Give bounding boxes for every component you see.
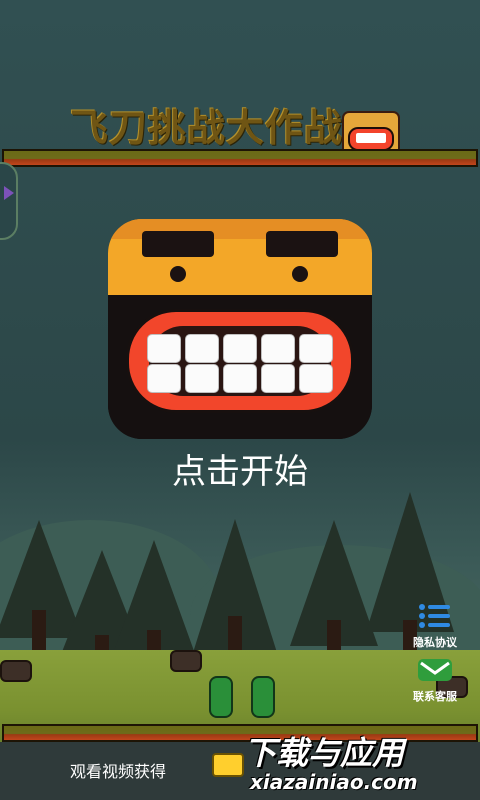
mail-icon — [416, 656, 454, 684]
contact-support-label: 联系客服 — [413, 690, 457, 703]
tooth — [147, 364, 181, 393]
title-face-teeth — [356, 133, 386, 143]
game-screen: 飞刀挑战大作战 点击开始 隐私协议 联系客服 观看视频获得 下载与应用 xiaz… — [0, 0, 480, 800]
face-mouth-inner — [147, 326, 333, 396]
game-title: 飞刀挑战大作战 — [70, 106, 344, 150]
arrow-right-icon — [4, 186, 14, 200]
tooth — [147, 334, 181, 363]
tooth — [261, 334, 295, 363]
face-mouth — [126, 309, 354, 413]
start-button[interactable]: 点击开始 — [0, 444, 480, 493]
green-bin — [251, 676, 275, 718]
contact-support-button[interactable]: 联系客服 — [404, 656, 466, 704]
face-eye-right — [266, 231, 338, 257]
tooth — [223, 334, 257, 363]
face-nostril-left — [170, 266, 186, 282]
tooth — [299, 334, 333, 363]
tree-stump — [170, 650, 202, 672]
bottom-divider-bar — [2, 724, 478, 742]
privacy-policy-label: 隐私协议 — [413, 636, 457, 649]
watch-video-label[interactable]: 观看视频获得 — [70, 758, 166, 782]
tooth — [185, 364, 219, 393]
tooth — [223, 364, 257, 393]
game-logo-face[interactable] — [108, 219, 372, 439]
watermark-subtitle: xiazainiao.com — [250, 770, 418, 794]
face-eye-left — [142, 231, 214, 257]
tooth — [261, 364, 295, 393]
tree-stump — [0, 660, 32, 682]
game-title-banner: 飞刀挑战大作战 — [70, 103, 400, 157]
top-divider-bar — [2, 149, 478, 167]
title-face-mouth — [348, 127, 394, 151]
watermark-title: 下载与应用 — [244, 734, 405, 772]
reward-icon — [212, 753, 244, 777]
tooth — [299, 364, 333, 393]
privacy-policy-button[interactable]: 隐私协议 — [404, 602, 466, 650]
tooth — [185, 334, 219, 363]
left-side-tab[interactable] — [0, 162, 18, 240]
green-bin — [209, 676, 233, 718]
list-icon — [416, 602, 454, 630]
face-nostril-right — [292, 266, 308, 282]
